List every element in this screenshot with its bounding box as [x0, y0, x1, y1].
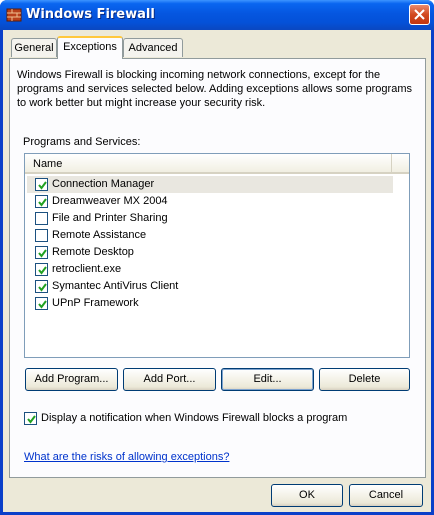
close-button[interactable] [409, 4, 430, 25]
item-checkbox[interactable] [35, 263, 48, 276]
list-item[interactable]: Connection Manager [27, 176, 393, 193]
tab-advanced[interactable]: Advanced [123, 38, 183, 57]
tab-general[interactable]: General [11, 38, 57, 57]
column-header-label: Name [33, 158, 63, 170]
item-checkbox[interactable] [35, 297, 48, 310]
item-label: Remote Desktop [52, 246, 134, 258]
checkmark-icon [27, 415, 36, 424]
risks-link[interactable]: What are the risks of allowing exception… [24, 451, 229, 463]
dialog-body: General Exceptions Advanced Windows Fire… [3, 30, 431, 512]
add-port-button[interactable]: Add Port... [123, 368, 216, 391]
delete-button[interactable]: Delete [319, 368, 410, 391]
item-checkbox[interactable] [35, 212, 48, 225]
item-label: Dreamweaver MX 2004 [52, 195, 168, 207]
notify-label[interactable]: Display a notification when Windows Fire… [41, 412, 347, 424]
tab-exceptions[interactable]: Exceptions [57, 36, 123, 59]
item-checkbox[interactable] [35, 229, 48, 242]
list-item[interactable]: Symantec AntiVirus Client [27, 278, 393, 295]
ok-button[interactable]: OK [271, 484, 343, 507]
intro-text: Windows Firewall is blocking incoming ne… [17, 69, 412, 109]
edit-button[interactable]: Edit... [221, 368, 314, 391]
list-item[interactable]: File and Printer Sharing [27, 210, 393, 227]
list-item[interactable]: retroclient.exe [27, 261, 393, 278]
firewall-icon [6, 7, 22, 23]
checkmark-icon [38, 266, 47, 275]
item-label: Connection Manager [52, 178, 155, 190]
checkmark-icon [38, 283, 47, 292]
add-program-button[interactable]: Add Program... [25, 368, 118, 391]
column-header-spacer [391, 154, 409, 174]
item-checkbox[interactable] [35, 195, 48, 208]
item-label: Symantec AntiVirus Client [52, 280, 179, 292]
checkmark-icon [38, 249, 47, 258]
title-bar[interactable]: Windows Firewall [0, 0, 434, 30]
notify-checkbox[interactable] [24, 412, 37, 425]
cancel-button[interactable]: Cancel [349, 484, 423, 507]
close-icon [414, 9, 425, 20]
window-title: Windows Firewall [26, 7, 155, 22]
list-item[interactable]: Remote Desktop [27, 244, 393, 261]
checkmark-icon [38, 198, 47, 207]
programs-services-label: Programs and Services: [23, 136, 141, 148]
checkmark-icon [38, 181, 47, 190]
list-item[interactable]: UPnP Framework [27, 295, 393, 312]
item-label: Remote Assistance [52, 229, 147, 241]
item-checkbox[interactable] [35, 246, 48, 259]
item-checkbox[interactable] [35, 178, 48, 191]
checkmark-icon [38, 300, 47, 309]
item-label: File and Printer Sharing [52, 212, 168, 224]
item-label: retroclient.exe [52, 263, 122, 275]
list-item[interactable]: Dreamweaver MX 2004 [27, 193, 393, 210]
list-item[interactable]: Remote Assistance [27, 227, 393, 244]
firewall-window: Windows Firewall General Exceptions Adva… [0, 0, 434, 515]
programs-list[interactable]: Name Connection Manager Dreamweaver MX 20… [24, 153, 410, 358]
column-header-name[interactable]: Name [25, 154, 391, 174]
item-checkbox[interactable] [35, 280, 48, 293]
item-label: UPnP Framework [52, 297, 139, 309]
